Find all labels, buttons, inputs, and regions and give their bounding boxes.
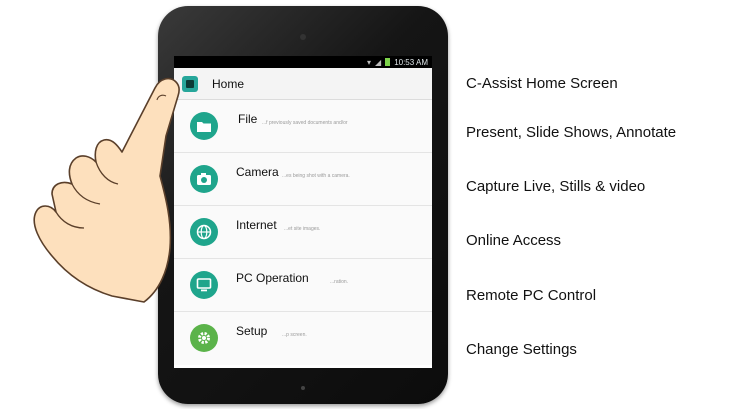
wifi-icon: ▾ <box>367 57 372 67</box>
caption-file: Present, Slide Shows, Annotate <box>466 124 677 141</box>
caption-camera: Capture Live, Stills & video <box>466 178 646 195</box>
folder-icon <box>190 112 218 140</box>
menu-item-label: Camera <box>236 165 279 179</box>
gear-icon <box>190 324 218 352</box>
menu-item-label: Internet <box>236 218 277 232</box>
menu-item-desc: ...es being shot with a camera. <box>282 173 350 179</box>
menu-item-desc: ...p screen. <box>282 332 307 338</box>
app-logo-icon[interactable] <box>182 75 198 92</box>
menu-item-internet[interactable]: Internet ...et site images. <box>174 206 432 259</box>
tablet-screen: ▾ ◢ 10:53 AM Home File ...f previously s… <box>174 56 432 368</box>
status-time: 10:53 AM <box>394 57 428 67</box>
menu-list: File ...f previously saved documents and… <box>174 100 432 365</box>
menu-item-label: File <box>238 112 258 126</box>
front-camera <box>300 34 306 40</box>
menu-item-desc: ...et site images. <box>284 226 321 232</box>
page-title: Home <box>212 76 245 91</box>
menu-item-pc-operation[interactable]: PC Operation ...ration. <box>174 259 432 312</box>
home-button[interactable] <box>301 386 305 390</box>
caption-setup: Change Settings <box>466 341 577 358</box>
globe-icon <box>190 218 218 246</box>
status-bar: ▾ ◢ 10:53 AM <box>174 56 432 68</box>
caption-internet: Online Access <box>466 232 562 249</box>
signal-icon: ◢ <box>375 57 382 67</box>
app-bar: Home <box>174 68 432 100</box>
menu-item-file[interactable]: File ...f previously saved documents and… <box>174 100 432 153</box>
menu-item-setup[interactable]: Setup ...p screen. <box>174 312 432 365</box>
menu-item-desc: ...f previously saved documents and/or <box>262 120 348 126</box>
monitor-icon <box>190 271 218 299</box>
camera-icon <box>190 165 218 193</box>
menu-item-label: PC Operation <box>236 271 309 285</box>
menu-item-camera[interactable]: Camera ...es being shot with a camera. <box>174 153 432 206</box>
pointing-hand-illustration <box>33 77 180 303</box>
menu-item-label: Setup <box>236 324 268 338</box>
caption-home-screen: C-Assist Home Screen <box>466 75 618 92</box>
caption-pc-operation: Remote PC Control <box>466 287 597 304</box>
battery-icon <box>385 58 391 66</box>
menu-item-desc: ...ration. <box>330 279 349 285</box>
